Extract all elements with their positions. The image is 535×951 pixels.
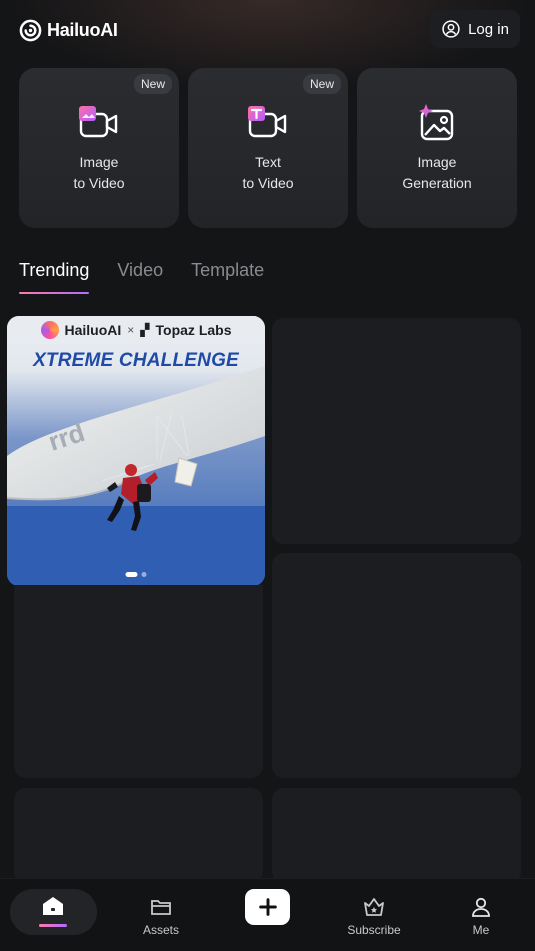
image-to-video-card[interactable]: New Image to Video xyxy=(19,68,179,228)
login-button[interactable]: Log in xyxy=(430,10,520,48)
banner-separator: × xyxy=(127,323,135,337)
text-to-video-card[interactable]: New Text to Video xyxy=(188,68,348,228)
card-label: Image to Video xyxy=(73,154,125,191)
hailuo-logo-icon xyxy=(19,19,42,41)
banner-brand-left: HailuoAI xyxy=(64,322,122,338)
new-badge: New xyxy=(302,74,341,94)
carousel-dot-active xyxy=(125,572,138,577)
card-label: Text to Video xyxy=(242,154,294,191)
banner-title: XTREME CHALLENGE xyxy=(33,350,239,371)
app-header: HailuoAI Log in xyxy=(0,0,535,60)
create-button[interactable] xyxy=(245,889,290,925)
crown-icon xyxy=(364,897,384,916)
logo-text: HailuoAI xyxy=(47,19,118,40)
new-badge: New xyxy=(133,74,172,94)
feed-tile-placeholder[interactable] xyxy=(14,585,263,778)
tab-trending[interactable]: Trending xyxy=(19,260,90,294)
carousel-indicator[interactable] xyxy=(125,572,147,577)
app-logo[interactable]: HailuoAI xyxy=(19,17,118,43)
user-circle-icon xyxy=(442,20,460,38)
feed-tile-placeholder[interactable] xyxy=(272,788,521,883)
hailuo-logo-icon xyxy=(40,321,59,339)
featured-banner[interactable]: rrd HailuoAI × ▞ Topaz Labs XTREME CHALL… xyxy=(7,316,265,586)
image-generation-card[interactable]: Image Generation xyxy=(357,68,517,228)
feed-tile-placeholder[interactable] xyxy=(14,788,263,883)
login-label: Log in xyxy=(468,20,509,38)
carousel-dot xyxy=(141,572,147,577)
image-generation-icon xyxy=(419,104,454,141)
nav-me-button[interactable]: Me xyxy=(441,879,521,951)
folder-icon xyxy=(151,899,171,915)
banner-brand-right: Topaz Labs xyxy=(155,322,232,338)
card-label: Image Generation xyxy=(402,154,472,191)
feed-tile-placeholder[interactable] xyxy=(272,553,521,778)
plus-icon xyxy=(258,898,277,916)
tab-template[interactable]: Template xyxy=(191,260,264,294)
user-icon xyxy=(472,897,490,917)
home-active-indicator xyxy=(39,924,67,927)
feed-tile-placeholder[interactable] xyxy=(272,318,521,544)
nav-assets-button[interactable]: Assets xyxy=(121,879,201,951)
nav-subscribe-label: Subscribe xyxy=(347,922,401,937)
banner-brand-strip: HailuoAI × ▞ Topaz Labs xyxy=(7,316,265,344)
bottom-navigation: Assets Subscribe Me xyxy=(0,878,535,951)
image-to-video-icon xyxy=(79,106,118,138)
nav-assets-label: Assets xyxy=(142,922,179,937)
text-to-video-icon xyxy=(248,106,287,138)
content-tabs: Trending Video Template xyxy=(19,260,264,294)
nav-subscribe-button[interactable]: Subscribe xyxy=(334,879,414,951)
topaz-logo-icon: ▞ xyxy=(140,323,150,337)
home-icon xyxy=(43,897,63,915)
nav-me-label: Me xyxy=(472,922,490,937)
tab-video[interactable]: Video xyxy=(117,260,163,294)
